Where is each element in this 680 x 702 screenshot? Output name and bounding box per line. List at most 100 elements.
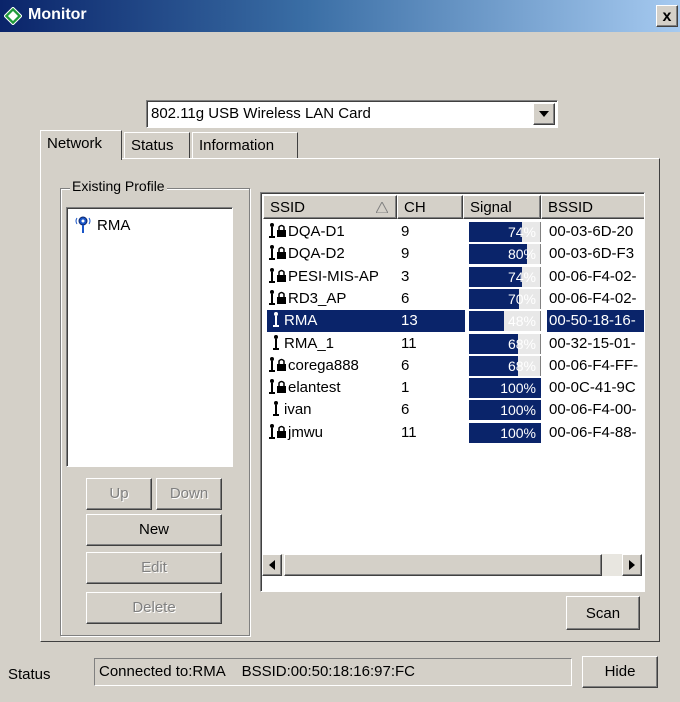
channel-cell: 6 bbox=[401, 401, 410, 419]
signal-strength-text: 48% bbox=[507, 313, 536, 330]
ssid-cell: jmwu bbox=[267, 422, 401, 444]
network-row[interactable]: elantest 1 100% 00-0C-41-9C bbox=[263, 377, 644, 399]
dropdown-arrow-button[interactable] bbox=[533, 103, 555, 125]
bssid-cell: 00-32-15-01- bbox=[549, 334, 636, 352]
close-button[interactable]: x bbox=[656, 5, 678, 27]
edit-button-label: Edit bbox=[141, 559, 167, 576]
ssid-text: jmwu bbox=[288, 423, 324, 441]
signal-strength-text: 70% bbox=[507, 290, 536, 307]
ssid-cell: RMA bbox=[267, 310, 401, 333]
ssid-cell: PESI-MIS-AP bbox=[267, 266, 401, 288]
scan-button-label: Scan bbox=[585, 605, 621, 622]
column-ch-label: CH bbox=[404, 199, 426, 216]
network-row[interactable]: jmwu 11 100% 00-06-F4-88- bbox=[263, 422, 644, 444]
edit-button[interactable]: Edit bbox=[86, 552, 222, 584]
signal-strength-bar: 70% bbox=[469, 288, 541, 309]
channel-cell: 13 bbox=[401, 310, 465, 333]
bssid-cell: 00-06-F4-00- bbox=[549, 401, 637, 419]
channel-cell: 6 bbox=[401, 356, 410, 374]
signal-strength-bar: 100% bbox=[469, 422, 541, 443]
ssid-text: elantest bbox=[288, 379, 341, 397]
column-ssid-label: SSID bbox=[270, 199, 306, 216]
arrow-left-icon bbox=[269, 560, 275, 570]
secured-access-point-icon bbox=[269, 267, 286, 283]
horizontal-scrollbar[interactable] bbox=[262, 554, 642, 576]
adapter-select-value: 802.11g USB Wireless LAN Card bbox=[151, 105, 371, 122]
signal-strength-bar: 68% bbox=[469, 333, 541, 354]
ssid-text: RD3_AP bbox=[288, 289, 347, 307]
tab-network-label: Network bbox=[47, 135, 103, 152]
signal-strength-bar: 74% bbox=[469, 266, 541, 287]
status-value: Connected to:RMA BSSID:00:50:18:16:97:FC bbox=[99, 663, 416, 680]
signal-strength-bar: 100% bbox=[469, 378, 541, 399]
network-row[interactable]: RMA 13 48% 00-50-18-16- bbox=[263, 310, 644, 333]
access-point-icon bbox=[273, 334, 279, 350]
hide-button-label: Hide bbox=[604, 663, 636, 680]
tab-network[interactable]: Network bbox=[40, 130, 122, 160]
scroll-thumb[interactable] bbox=[284, 554, 602, 576]
bssid-cell: 00-50-18-16- bbox=[547, 310, 644, 333]
window-title: Monitor bbox=[28, 6, 87, 23]
channel-cell: 9 bbox=[401, 223, 410, 240]
hide-button[interactable]: Hide bbox=[582, 656, 658, 688]
bssid-cell: 00-06-F4-02- bbox=[549, 267, 637, 285]
signal-strength-text: 80% bbox=[507, 246, 536, 263]
ssid-text: RMA bbox=[284, 312, 318, 330]
network-row[interactable]: PESI-MIS-AP 3 74% 00-06-F4-02- bbox=[263, 266, 644, 288]
scroll-left-button[interactable] bbox=[262, 554, 282, 576]
profile-item[interactable]: RMA bbox=[75, 216, 130, 234]
network-list[interactable]: SSID CH Signal BSSID DQA-D1 9 74% 00-03-6D-… bbox=[260, 192, 645, 592]
delete-button[interactable]: Delete bbox=[86, 592, 222, 624]
column-header-ch[interactable]: CH bbox=[397, 195, 463, 219]
ssid-text: PESI-MIS-AP bbox=[288, 267, 379, 285]
ssid-text: DQA-D1 bbox=[288, 223, 345, 240]
network-row[interactable]: DQA-D2 9 80% 00-03-6D-F3 bbox=[263, 243, 644, 265]
ssid-cell: DQA-D1 bbox=[267, 221, 401, 243]
signal-strength-text: 100% bbox=[500, 402, 536, 419]
ssid-text: ivan bbox=[284, 401, 312, 419]
signal-strength-text: 100% bbox=[500, 424, 536, 441]
signal-strength-bar: 80% bbox=[469, 244, 541, 265]
up-button[interactable]: Up bbox=[86, 478, 152, 510]
adapter-select[interactable]: 802.11g USB Wireless LAN Card bbox=[146, 100, 558, 128]
tab-information[interactable]: Information bbox=[192, 132, 298, 158]
profile-name: RMA bbox=[97, 216, 131, 234]
secured-access-point-icon bbox=[269, 356, 286, 372]
channel-cell: 11 bbox=[401, 334, 417, 352]
network-row[interactable]: ivan 6 100% 00-06-F4-00- bbox=[263, 399, 644, 421]
network-row[interactable]: DQA-D1 9 74% 00-03-6D-20 bbox=[263, 221, 644, 243]
network-row[interactable]: RD3_AP 6 70% 00-06-F4-02- bbox=[263, 288, 644, 310]
title-bar: Monitor x bbox=[0, 0, 680, 32]
scroll-right-button[interactable] bbox=[622, 554, 642, 576]
new-button-label: New bbox=[138, 521, 169, 538]
column-header-bssid[interactable]: BSSID bbox=[541, 195, 644, 219]
ssid-text: RMA_1 bbox=[284, 334, 335, 352]
status-field: Connected to:RMA BSSID:00:50:18:16:97:FC bbox=[94, 658, 572, 686]
network-row[interactable]: RMA_1 11 68% 00-32-15-01- bbox=[263, 333, 644, 355]
channel-cell: 9 bbox=[401, 245, 410, 263]
signal-strength-text: 74% bbox=[507, 224, 536, 240]
status-label: Status bbox=[8, 666, 51, 683]
bssid-cell: 00-03-6D-F3 bbox=[549, 245, 635, 263]
down-button-label: Down bbox=[169, 485, 209, 502]
bssid-cell: 00-0C-41-9C bbox=[549, 379, 636, 397]
channel-cell: 6 bbox=[401, 289, 410, 307]
network-row[interactable]: corega888 6 68% 00-06-F4-FF- bbox=[263, 355, 644, 377]
column-signal-label: Signal bbox=[470, 199, 512, 216]
column-header-signal[interactable]: Signal bbox=[463, 195, 541, 219]
column-header-ssid[interactable]: SSID bbox=[263, 195, 397, 219]
ssid-text: corega888 bbox=[288, 356, 359, 374]
tab-status-label: Status bbox=[131, 137, 174, 154]
profile-list[interactable]: RMA bbox=[66, 207, 233, 467]
tab-status[interactable]: Status bbox=[124, 132, 190, 158]
down-button[interactable]: Down bbox=[156, 478, 222, 510]
channel-cell: 3 bbox=[401, 267, 410, 285]
signal-strength-bar: 48% bbox=[469, 311, 541, 332]
sort-ascending-icon bbox=[376, 202, 388, 213]
network-list-header: SSID CH Signal BSSID bbox=[263, 195, 644, 219]
secured-access-point-icon bbox=[269, 223, 286, 238]
tab-information-label: Information bbox=[199, 137, 275, 154]
scan-button[interactable]: Scan bbox=[566, 596, 640, 630]
new-button[interactable]: New bbox=[86, 514, 222, 546]
up-button-label: Up bbox=[109, 485, 129, 502]
